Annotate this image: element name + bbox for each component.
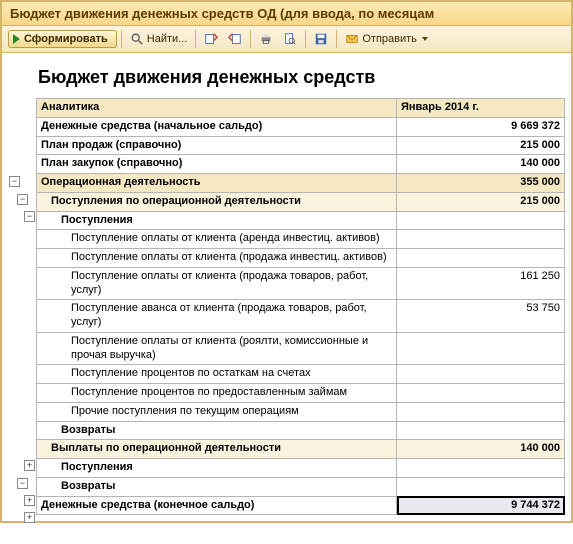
cell-label: Денежные средства (конечное сальдо) — [37, 496, 397, 515]
table-row[interactable]: Денежные средства (начальное сальдо) 9 6… — [37, 117, 565, 136]
table-export-icon — [204, 32, 218, 46]
report-window: Бюджет движения денежных средств ОД (для… — [0, 0, 573, 523]
table-row[interactable]: Операционная деятельность 355 000 — [37, 174, 565, 193]
send-button[interactable]: Отправить — [341, 30, 432, 48]
cell-value — [397, 459, 565, 478]
floppy-icon — [314, 32, 328, 46]
cell-value — [397, 249, 565, 268]
cell-value: 53 750 — [397, 300, 565, 333]
cell-label: План закупок (справочно) — [37, 155, 397, 174]
report-area: Бюджет движения денежных средств − − − +… — [2, 53, 571, 521]
copy-in-button[interactable] — [224, 30, 246, 48]
cell-label: Поступление оплаты от клиента (аренда ин… — [37, 230, 397, 249]
cell-value: 140 000 — [397, 440, 565, 459]
cell-label: Поступления по операционной деятельности — [37, 192, 397, 211]
table-row[interactable]: Поступления по операционной деятельности… — [37, 192, 565, 211]
cell-label: План продаж (справочно) — [37, 136, 397, 155]
separator — [250, 30, 251, 48]
table-import-icon — [228, 32, 242, 46]
cell-value: 215 000 — [397, 136, 565, 155]
cell-label: Выплаты по операционной деятельности — [37, 440, 397, 459]
find-label: Найти... — [147, 33, 188, 45]
cell-label: Возвраты — [37, 477, 397, 496]
tree-toggle[interactable]: + — [24, 512, 35, 523]
table-row[interactable]: Поступление оплаты от клиента (продажа и… — [37, 249, 565, 268]
send-label: Отправить — [362, 33, 417, 45]
form-button[interactable]: Сформировать — [8, 30, 117, 48]
cell-label: Поступление оплаты от клиента (продажа т… — [37, 267, 397, 300]
copy-out-button[interactable] — [200, 30, 222, 48]
cell-label: Прочие поступления по текущим операциям — [37, 402, 397, 421]
col-analytics: Аналитика — [37, 99, 397, 118]
cell-value: 9 744 372 — [397, 496, 565, 515]
find-button[interactable]: Найти... — [126, 30, 192, 48]
report-title: Бюджет движения денежных средств — [38, 67, 565, 88]
cell-value: 9 669 372 — [397, 117, 565, 136]
table-row[interactable]: Возвраты — [37, 421, 565, 440]
tree-toggle[interactable]: − — [9, 176, 20, 187]
cell-label: Поступление оплаты от клиента (продажа и… — [37, 249, 397, 268]
table-row[interactable]: Поступления — [37, 459, 565, 478]
table-row[interactable]: Поступление процентов по предоставленным… — [37, 384, 565, 403]
chevron-down-icon — [422, 37, 428, 41]
cell-value: 215 000 — [397, 192, 565, 211]
tree-outline: − − − + − + + — [8, 98, 36, 515]
table-row[interactable]: Поступление оплаты от клиента (аренда ин… — [37, 230, 565, 249]
tree-toggle[interactable]: + — [24, 460, 35, 471]
play-icon — [13, 34, 20, 44]
tree-toggle[interactable]: − — [17, 194, 28, 205]
cell-value: 355 000 — [397, 174, 565, 193]
table-row[interactable]: План закупок (справочно) 140 000 — [37, 155, 565, 174]
tree-toggle[interactable]: − — [24, 211, 35, 222]
preview-button[interactable] — [279, 30, 301, 48]
report-grid[interactable]: Аналитика Январь 2014 г. Денежные средст… — [36, 98, 565, 515]
print-button[interactable] — [255, 30, 277, 48]
separator — [305, 30, 306, 48]
cell-label: Поступление аванса от клиента (продажа т… — [37, 300, 397, 333]
cell-value: 140 000 — [397, 155, 565, 174]
table-row[interactable]: Поступление оплаты от клиента (роялти, к… — [37, 332, 565, 365]
cell-value: 161 250 — [397, 267, 565, 300]
table-row[interactable]: План продаж (справочно) 215 000 — [37, 136, 565, 155]
cell-value — [397, 402, 565, 421]
tree-toggle[interactable]: − — [17, 478, 28, 489]
cell-value — [397, 230, 565, 249]
search-icon — [130, 32, 144, 46]
table-row[interactable]: Поступление процентов по остаткам на сче… — [37, 365, 565, 384]
col-period: Январь 2014 г. — [397, 99, 565, 118]
envelope-icon — [345, 32, 359, 46]
table-row[interactable]: Прочие поступления по текущим операциям — [37, 402, 565, 421]
cell-label: Поступления — [37, 459, 397, 478]
cell-value — [397, 421, 565, 440]
table-row[interactable]: Выплаты по операционной деятельности 140… — [37, 440, 565, 459]
table-row[interactable]: Поступление оплаты от клиента (продажа т… — [37, 267, 565, 300]
separator — [336, 30, 337, 48]
table-row[interactable]: Поступление аванса от клиента (продажа т… — [37, 300, 565, 333]
cell-value — [397, 332, 565, 365]
cell-value — [397, 477, 565, 496]
cell-label: Операционная деятельность — [37, 174, 397, 193]
cell-label: Поступление процентов по остаткам на сче… — [37, 365, 397, 384]
header-row: Аналитика Январь 2014 г. — [37, 99, 565, 118]
cell-label: Поступление процентов по предоставленным… — [37, 384, 397, 403]
toolbar: Сформировать Найти... Отправить — [2, 26, 571, 53]
cell-value — [397, 384, 565, 403]
form-button-label: Сформировать — [24, 33, 108, 45]
cell-label: Поступления — [37, 211, 397, 230]
separator — [195, 30, 196, 48]
page-preview-icon — [283, 32, 297, 46]
table-row[interactable]: Поступления — [37, 211, 565, 230]
cell-value — [397, 365, 565, 384]
separator — [121, 30, 122, 48]
window-title: Бюджет движения денежных средств ОД (для… — [2, 2, 571, 26]
cell-value — [397, 211, 565, 230]
printer-icon — [259, 32, 273, 46]
save-button[interactable] — [310, 30, 332, 48]
table-row[interactable]: Возвраты — [37, 477, 565, 496]
cell-label: Возвраты — [37, 421, 397, 440]
cell-label: Денежные средства (начальное сальдо) — [37, 117, 397, 136]
table-row[interactable]: Денежные средства (конечное сальдо) 9 74… — [37, 496, 565, 515]
cell-label: Поступление оплаты от клиента (роялти, к… — [37, 332, 397, 365]
tree-toggle[interactable]: + — [24, 495, 35, 506]
